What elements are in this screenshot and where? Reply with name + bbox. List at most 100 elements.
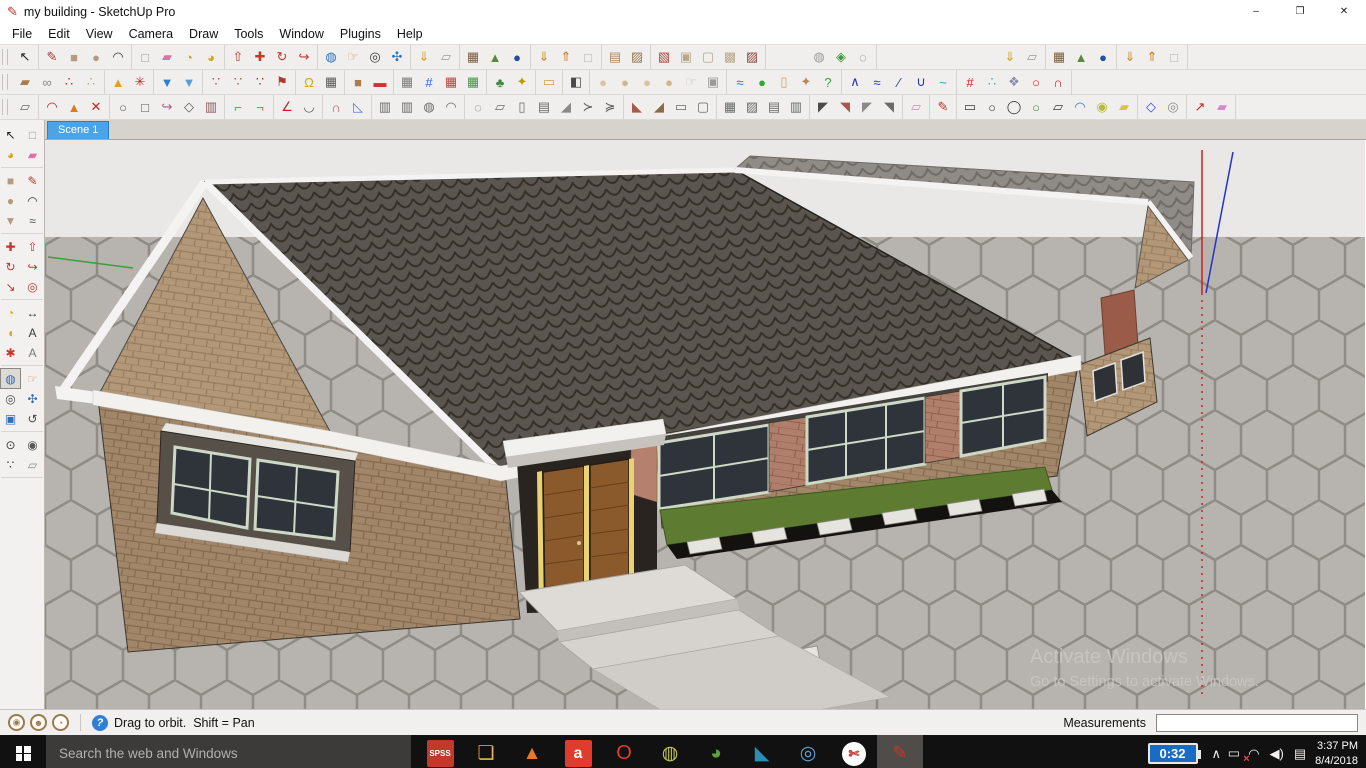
line-tool[interactable]: ✎	[23, 171, 42, 190]
tent-tool-icon[interactable]: ▲	[63, 97, 85, 117]
box-band-icon[interactable]: ▥	[200, 97, 222, 117]
eraser-pink-icon[interactable]: ▰	[1211, 97, 1233, 117]
rotate-tool[interactable]: ↻	[1, 257, 20, 276]
taskbar-avast[interactable]: a	[555, 735, 601, 768]
shadow-contrast-icon[interactable]: ◧	[565, 72, 587, 92]
angle-tool-icon[interactable]: ∠	[276, 97, 298, 117]
freehand-tool[interactable]: ≈	[23, 211, 42, 230]
shape-parallelogram-icon[interactable]: ▱	[1047, 97, 1069, 117]
shape-rect-icon[interactable]: ▭	[959, 97, 981, 117]
panel-curve-icon[interactable]: ◠	[440, 97, 462, 117]
circle-tool[interactable]: ●	[1, 191, 20, 210]
loop-blue-icon[interactable]: ◇	[1140, 97, 1162, 117]
offset-tool[interactable]: ◎	[23, 277, 42, 296]
add-location-icon[interactable]: ▦	[462, 47, 484, 67]
face-plane-2-icon[interactable]: ▱	[1021, 47, 1043, 67]
tray-tool-icon[interactable]: ▭	[670, 97, 692, 117]
lattice-red-icon[interactable]: ▦	[440, 72, 462, 92]
menu-window[interactable]: Window	[271, 25, 331, 43]
taskbar-vlc[interactable]: ▲	[509, 735, 555, 768]
style-blob-4-icon[interactable]: ●	[658, 72, 680, 92]
component-sample-icon[interactable]: ◈	[830, 47, 852, 67]
offset-icon[interactable]: ↪	[293, 47, 315, 67]
claim-icon[interactable]: ◔	[52, 714, 69, 731]
battery-icon[interactable]: ▯	[1227, 750, 1243, 757]
cross-cut-icon[interactable]: ✕	[85, 97, 107, 117]
lattice-box-icon[interactable]: ▦	[396, 72, 418, 92]
shape-ellipse-icon[interactable]: ◯	[1003, 97, 1025, 117]
paint-palette-icon[interactable]: ❖	[1003, 72, 1025, 92]
menu-file[interactable]: File	[4, 25, 40, 43]
wireframe-style-icon[interactable]: ◌	[852, 47, 874, 67]
walk-tool[interactable]: ∵	[1, 455, 20, 474]
swirl-grey-icon[interactable]: ◎	[1162, 97, 1184, 117]
taskbar-file-explorer[interactable]: ❏	[463, 735, 509, 768]
pillars-b-icon[interactable]: ▥	[396, 97, 418, 117]
taskbar-smadav[interactable]: ◕	[693, 735, 739, 768]
taskbar-search[interactable]: Search the web and Windows	[46, 735, 411, 768]
curve-u-icon[interactable]: ∪	[910, 72, 932, 92]
tape-measure-tool[interactable]: ◔	[1, 303, 20, 322]
cone-marker-icon[interactable]: ▲	[107, 72, 129, 92]
zoom-extents-icon[interactable]: ✣	[386, 47, 408, 67]
plant-meter-icon[interactable]: ♣	[489, 72, 511, 92]
ribbon-tool-icon[interactable]: ▰	[14, 72, 36, 92]
crate-tool-icon[interactable]: ■	[347, 72, 369, 92]
box-diamond-icon[interactable]: ◇	[178, 97, 200, 117]
new-component-2-icon[interactable]: □	[1163, 47, 1185, 67]
eraser-tool[interactable]: ▰	[23, 145, 42, 164]
rectangle-tool[interactable]: ■	[1, 171, 20, 190]
scene-tab[interactable]: Scene 1	[47, 121, 110, 139]
lattice-numbered-icon[interactable]: #	[418, 72, 440, 92]
style-hand-icon[interactable]: ☞	[680, 72, 702, 92]
cliff-red-icon[interactable]: ◣	[626, 97, 648, 117]
circle-icon[interactable]: ●	[85, 47, 107, 67]
pan-icon[interactable]: ☞	[342, 47, 364, 67]
ring-array-icon[interactable]: ◍	[418, 97, 440, 117]
eraser-icon[interactable]: ▰	[156, 47, 178, 67]
start-button[interactable]	[0, 735, 46, 768]
look-around-tool[interactable]: ◉	[23, 435, 42, 454]
arc-points-icon[interactable]: ◠	[41, 97, 63, 117]
texture-none-icon[interactable]: ▨	[741, 47, 763, 67]
dice-tool-icon[interactable]: ▦	[320, 72, 342, 92]
zoom-icon[interactable]: ◎	[364, 47, 386, 67]
loop-sketch-icon[interactable]: ○	[112, 97, 134, 117]
new-component-icon[interactable]: □	[577, 47, 599, 67]
layered-wall-icon[interactable]: ▤	[763, 97, 785, 117]
highlighter-icon[interactable]: ▰	[1113, 97, 1135, 117]
menu-tools[interactable]: Tools	[226, 25, 271, 43]
rectangle-icon[interactable]: ■	[63, 47, 85, 67]
path-points-tan-icon[interactable]: ∴	[80, 72, 102, 92]
hatch-panel-icon[interactable]: ▨	[741, 97, 763, 117]
arc-tool[interactable]: ◠	[23, 191, 42, 210]
stamp-tool-2-icon[interactable]: ∵	[227, 72, 249, 92]
sphere-green-icon[interactable]: ●	[751, 72, 773, 92]
ramp-blue-icon[interactable]: ◺	[347, 97, 369, 117]
curve-fill-icon[interactable]: ◡	[298, 97, 320, 117]
menu-camera[interactable]: Camera	[121, 25, 181, 43]
corner-line-icon[interactable]: ¬	[249, 97, 271, 117]
section-plane-tool[interactable]: ▱	[23, 455, 42, 474]
get-models-2-icon[interactable]: ⇓	[1119, 47, 1141, 67]
scale-tool[interactable]: ↘	[1, 277, 20, 296]
toggle-terrain-2-icon[interactable]: ▲	[1070, 47, 1092, 67]
style-blob-3-icon[interactable]: ●	[636, 72, 658, 92]
make-component-tool[interactable]: □	[23, 125, 42, 144]
scatter-points-icon[interactable]: ∴	[981, 72, 1003, 92]
hidden-icons-chevron-icon[interactable]: ∧	[1212, 746, 1222, 762]
menu-draw[interactable]: Draw	[181, 25, 226, 43]
material-wood-b-icon[interactable]: ▨	[626, 47, 648, 67]
taskbar-opera[interactable]: O	[601, 735, 647, 768]
share-model-2-icon[interactable]: ⇑	[1141, 47, 1163, 67]
material-wood-a-icon[interactable]: ▤	[604, 47, 626, 67]
curve-peak-icon[interactable]: ∧	[844, 72, 866, 92]
curve-stroke-icon[interactable]: ∕	[888, 72, 910, 92]
ring-top-icon[interactable]: ◌	[467, 97, 489, 117]
texture-fabric-icon[interactable]: ▩	[719, 47, 741, 67]
texture-arrow-icon[interactable]: ▧	[653, 47, 675, 67]
orbit-icon[interactable]: ◍	[320, 47, 342, 67]
face-plane-icon[interactable]: ▱	[435, 47, 457, 67]
action-center-icon[interactable]: ▤	[1294, 746, 1306, 762]
branch-a-icon[interactable]: ≻	[577, 97, 599, 117]
